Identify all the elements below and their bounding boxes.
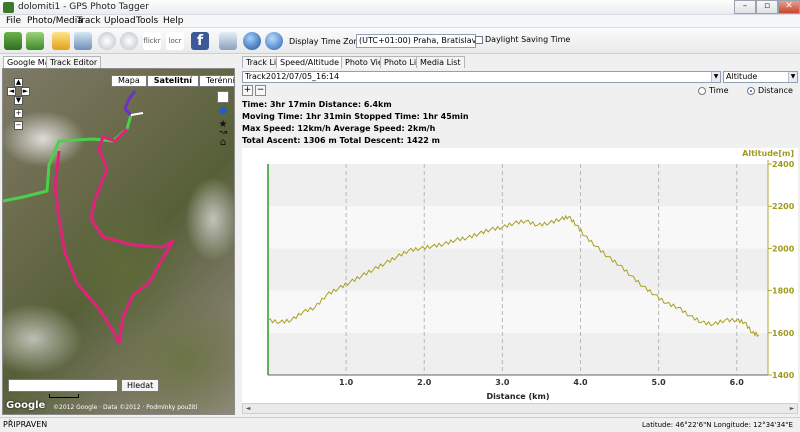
x-tick-label: 2.0: [417, 378, 432, 387]
chevron-down-icon[interactable]: ▼: [788, 72, 797, 82]
chart-band: [268, 248, 768, 291]
track-select[interactable]: Track2012/07/05_16:14 ▼: [242, 71, 721, 83]
zoom-out-icon[interactable]: −: [14, 121, 23, 130]
stat-speed: Max Speed: 12km/h Average Speed: 2km/h: [242, 124, 436, 133]
x-tick-label: 4.0: [573, 378, 588, 387]
y-tick-label: 1600: [772, 329, 795, 338]
open-folder-icon[interactable]: [52, 32, 70, 50]
chart-horizontal-scrollbar[interactable]: ◄ ►: [242, 403, 798, 414]
track-stats: Time: 3hr 17min Distance: 6.4km Moving T…: [242, 100, 798, 148]
zoom-in-icon[interactable]: +: [14, 109, 23, 118]
altitude-chart-svg: 1.0 2.0 3.0 4.0 5.0 6.0 1400 1600 1800 2000 2200 24…: [267, 149, 795, 401]
clock-icon[interactable]: [98, 32, 116, 50]
pegman-icon[interactable]: [217, 91, 229, 103]
import-icon[interactable]: [26, 32, 44, 50]
x-axis-label: Distance (km): [487, 392, 550, 401]
chart-band: [268, 164, 768, 207]
metric-select-value: Altitude: [726, 72, 758, 81]
title-bar: dolomiti1 - GPS Photo Tagger – ▫ ✕: [0, 0, 800, 15]
radio-time-label: Time: [709, 86, 729, 95]
chevron-down-icon[interactable]: ▼: [711, 72, 720, 82]
y-tick-label: 2400: [772, 160, 795, 169]
dst-checkbox[interactable]: [475, 36, 483, 44]
x-tick-label: 6.0: [730, 378, 745, 387]
menu-help[interactable]: Help: [163, 16, 184, 26]
metric-select[interactable]: Altitude ▼: [723, 71, 798, 83]
flickr-icon[interactable]: flickr: [143, 32, 161, 50]
y-tick-label: 1800: [772, 287, 795, 296]
stat-time-distance: Time: 3hr 17min Distance: 6.4km: [242, 100, 392, 109]
toolbar: flickr locr f Display Time Zone: (UTC+01…: [0, 28, 800, 54]
photo-icon[interactable]: [219, 32, 237, 50]
map-type-terrain[interactable]: Terénní: [198, 75, 234, 87]
google-logo: Google: [6, 400, 46, 411]
pan-down-icon[interactable]: ▼: [14, 96, 23, 105]
status-bar: PŘIPRAVEN Latitude: 46°22'6"N Longitude:…: [0, 417, 800, 432]
y-tick-label: 2200: [772, 202, 795, 211]
minimize-button[interactable]: –: [734, 0, 756, 14]
menu-upload[interactable]: Upload: [104, 16, 136, 26]
menu-file[interactable]: File: [6, 16, 21, 26]
map-type-satellite[interactable]: Satelitní: [146, 75, 199, 87]
map-type-bar: Mapa Satelitní Terénní: [111, 75, 234, 87]
maximize-button[interactable]: ▫: [756, 0, 778, 14]
facebook-icon[interactable]: f: [191, 32, 209, 50]
y-axis-label: Altitude[m]: [742, 149, 794, 158]
window-title: dolomiti1 - GPS Photo Tagger: [18, 2, 149, 12]
menu-photo-media[interactable]: Photo/Media: [27, 16, 83, 26]
track-icon[interactable]: [4, 32, 22, 50]
timezone-label: Display Time Zone:: [289, 37, 367, 46]
home-icon[interactable]: ⌂: [217, 137, 229, 149]
stat-ascent-descent: Total Ascent: 1306 m Total Descent: 1422…: [242, 136, 440, 145]
scroll-right-icon[interactable]: ►: [787, 404, 797, 413]
gps-icon[interactable]: [265, 32, 283, 50]
x-tick-label: 3.0: [495, 378, 510, 387]
app-icon: [3, 2, 14, 13]
chart-zoom-in-button[interactable]: +: [242, 85, 253, 96]
menu-tools[interactable]: Tools: [136, 16, 158, 26]
close-button[interactable]: ✕: [778, 0, 800, 14]
timezone-select[interactable]: (UTC+01:00) Praha, Bratislava, Budapest: [356, 34, 476, 48]
menu-track[interactable]: Track: [77, 16, 101, 26]
location-pin-icon[interactable]: ●: [217, 105, 229, 117]
altitude-chart[interactable]: 1.0 2.0 3.0 4.0 5.0 6.0 1400 1600 1800 2000 2200 24…: [242, 148, 798, 403]
track-select-value: Track2012/07/05_16:14: [245, 72, 340, 81]
pan-up-icon[interactable]: ▲: [14, 78, 23, 87]
map-copyright[interactable]: ©2012 Google · Data ©2012 · Podmínky pou…: [53, 404, 197, 411]
chart-band: [268, 206, 768, 249]
left-tab-strip: Google Map Track Editor: [0, 56, 236, 68]
chart-zoom-out-button[interactable]: −: [255, 85, 266, 96]
tab-media-list[interactable]: Media List: [416, 56, 465, 68]
chart-band: [268, 332, 768, 375]
status-coordinates: Latitude: 46°22'6"N Longitude: 12°34'34"…: [642, 421, 793, 429]
sync-icon[interactable]: [120, 32, 138, 50]
menu-bar: File Photo/Media Track Upload Tools Help: [0, 15, 800, 28]
map-search-button[interactable]: Hledat: [121, 379, 160, 392]
x-tick-label: 5.0: [652, 378, 667, 387]
status-text: PŘIPRAVEN: [3, 420, 48, 429]
route-overlay: [3, 90, 175, 345]
right-tab-strip: Track List Speed/Altitude View Photo Vie…: [242, 56, 800, 68]
y-tick-label: 2000: [772, 244, 795, 253]
radio-distance-label: Distance: [758, 86, 793, 95]
x-tick-label: 1.0: [339, 378, 354, 387]
locr-icon[interactable]: locr: [166, 32, 184, 50]
y-tick-label: 1400: [772, 371, 795, 380]
map-type-mapa[interactable]: Mapa: [111, 75, 147, 87]
google-earth-icon[interactable]: [243, 32, 261, 50]
tab-track-editor[interactable]: Track Editor: [46, 56, 102, 68]
radio-time[interactable]: [698, 87, 706, 95]
pan-right-icon[interactable]: ►: [21, 87, 30, 96]
chart-band: [268, 290, 768, 333]
google-map[interactable]: Mapa Satelitní Terénní ▲ ◄ ► ▼ + − ● ★ ↝…: [2, 68, 235, 415]
scroll-left-icon[interactable]: ◄: [243, 404, 253, 413]
map-search-input[interactable]: [8, 379, 118, 392]
radio-distance[interactable]: [747, 87, 755, 95]
dst-label: Daylight Saving Time: [485, 35, 571, 44]
camera-icon[interactable]: [74, 32, 92, 50]
map-scale-bar: [49, 394, 79, 398]
stat-moving-stopped: Moving Time: 1hr 31min Stopped Time: 1hr…: [242, 112, 469, 121]
pan-left-icon[interactable]: ◄: [7, 87, 16, 96]
